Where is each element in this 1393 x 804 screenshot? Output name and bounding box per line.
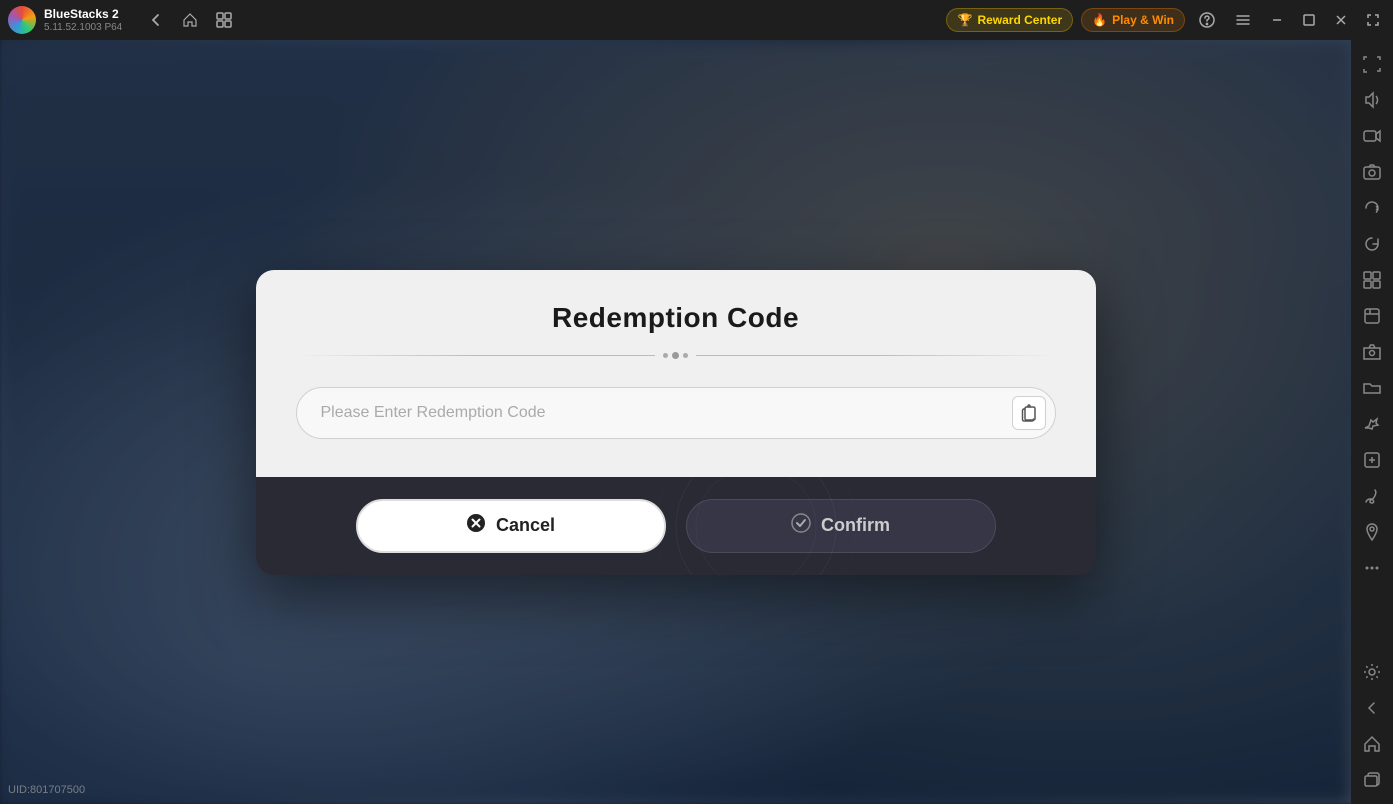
sidebar-home-btn[interactable]	[1356, 728, 1388, 760]
dialog-top: Redemption Code	[256, 270, 1096, 477]
play-win-button[interactable]: 🔥 Play & Win	[1081, 8, 1185, 32]
sidebar-settings-btn[interactable]	[1356, 656, 1388, 688]
sidebar-record-btn[interactable]	[1356, 120, 1388, 152]
right-sidebar	[1351, 40, 1393, 804]
play-icon: 🔥	[1092, 13, 1107, 27]
sidebar-location-btn[interactable]	[1356, 516, 1388, 548]
divider-dot-2	[683, 353, 688, 358]
divider-dots	[663, 352, 688, 359]
main-content: Redemption Code	[0, 40, 1351, 804]
sidebar-folder-btn[interactable]	[1356, 372, 1388, 404]
redemption-code-input[interactable]	[296, 387, 1056, 439]
divider-line-left	[296, 355, 656, 356]
home-button[interactable]	[176, 6, 204, 34]
reward-icon: 🏆	[957, 13, 972, 27]
divider-dot-main	[672, 352, 679, 359]
minimize-button[interactable]	[1265, 8, 1289, 32]
maximize-button[interactable]	[1297, 8, 1321, 32]
confirm-button[interactable]: Confirm	[686, 499, 996, 553]
close-button[interactable]	[1329, 8, 1353, 32]
cancel-label: Cancel	[496, 515, 555, 536]
sidebar-media-btn[interactable]	[1356, 300, 1388, 332]
input-wrapper	[296, 387, 1056, 439]
sidebar-camera-btn[interactable]	[1356, 336, 1388, 368]
app-name: BlueStacks 2	[44, 7, 122, 21]
expand-button[interactable]	[1361, 8, 1385, 32]
sidebar-fullscreen-btn[interactable]	[1356, 48, 1388, 80]
help-button[interactable]	[1193, 6, 1221, 34]
sidebar-apps-btn[interactable]	[1356, 264, 1388, 296]
confirm-icon	[791, 513, 811, 538]
nav-buttons	[142, 6, 238, 34]
menu-button[interactable]	[1229, 6, 1257, 34]
play-label: Play & Win	[1112, 13, 1174, 27]
sidebar-brush-btn[interactable]	[1356, 480, 1388, 512]
sidebar-volume-btn[interactable]	[1356, 84, 1388, 116]
back-button[interactable]	[142, 6, 170, 34]
sidebar-screenshot-btn[interactable]	[1356, 156, 1388, 188]
app-logo	[8, 6, 36, 34]
confirm-label: Confirm	[821, 515, 890, 536]
divider-dot-1	[663, 353, 668, 358]
sidebar-rotate-btn[interactable]	[1356, 228, 1388, 260]
app-version: 5.11.52.1003 P64	[44, 22, 122, 33]
redemption-dialog: Redemption Code	[256, 270, 1096, 575]
cancel-button[interactable]: Cancel	[356, 499, 666, 553]
dialog-divider	[296, 352, 1056, 359]
sidebar-flight-btn[interactable]	[1356, 408, 1388, 440]
sidebar-sync-btn[interactable]	[1356, 192, 1388, 224]
reward-label: Reward Center	[977, 13, 1062, 27]
divider-line-right	[696, 355, 1056, 356]
sidebar-multi-btn[interactable]	[1356, 764, 1388, 796]
sidebar-scale-btn[interactable]	[1356, 444, 1388, 476]
sidebar-more-btn[interactable]	[1356, 552, 1388, 584]
modal-overlay: Redemption Code	[0, 40, 1351, 804]
titlebar: BlueStacks 2 5.11.52.1003 P64 🏆 Reward C…	[0, 0, 1393, 40]
dialog-title: Redemption Code	[296, 302, 1056, 334]
paste-button[interactable]	[1012, 396, 1046, 430]
tabs-button[interactable]	[210, 6, 238, 34]
reward-center-button[interactable]: 🏆 Reward Center	[946, 8, 1073, 32]
sidebar-back-btn[interactable]	[1356, 692, 1388, 724]
titlebar-right: 🏆 Reward Center 🔥 Play & Win	[946, 6, 1385, 34]
dialog-bottom: Cancel Confirm	[256, 477, 1096, 575]
cancel-icon	[466, 513, 486, 538]
